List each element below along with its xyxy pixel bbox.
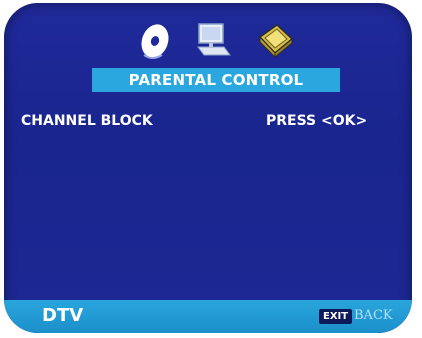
top-icon-bar <box>4 17 412 63</box>
disc-icon[interactable] <box>132 17 178 63</box>
menu-item-value: PRESS <OK> <box>266 113 368 129</box>
computer-icon[interactable] <box>190 17 236 63</box>
menu-item-channel-block[interactable]: CHANNEL BLOCK PRESS <OK> <box>4 110 412 132</box>
back-label: BACK <box>354 308 393 323</box>
status-bar: DTV EXIT BACK <box>4 300 412 333</box>
source-label: DTV <box>42 305 84 326</box>
osd-screen: PARENTAL CONTROL CHANNEL BLOCK PRESS <OK… <box>4 3 412 333</box>
page-title: PARENTAL CONTROL <box>92 68 340 92</box>
exit-key-icon[interactable]: EXIT <box>319 309 353 324</box>
package-icon[interactable] <box>252 17 298 63</box>
menu-item-label: CHANNEL BLOCK <box>21 113 153 129</box>
